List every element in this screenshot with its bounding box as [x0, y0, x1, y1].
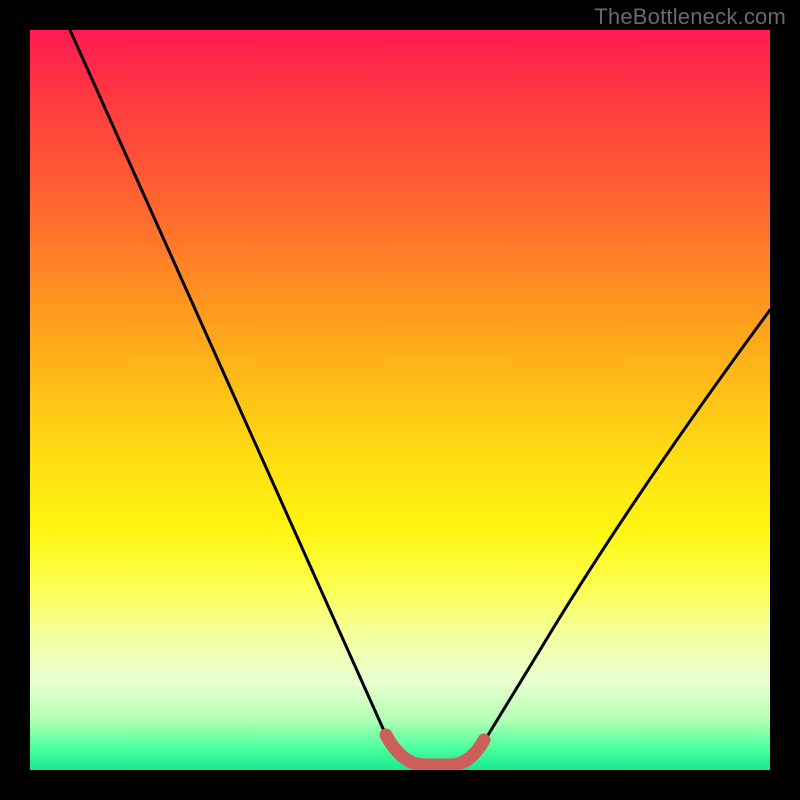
chart-frame: TheBottleneck.com	[0, 0, 800, 800]
curve-path	[70, 30, 770, 766]
flat-region-marker	[386, 735, 484, 765]
plot-area	[30, 30, 770, 770]
bottleneck-curve	[30, 30, 770, 770]
watermark-text: TheBottleneck.com	[594, 4, 786, 30]
